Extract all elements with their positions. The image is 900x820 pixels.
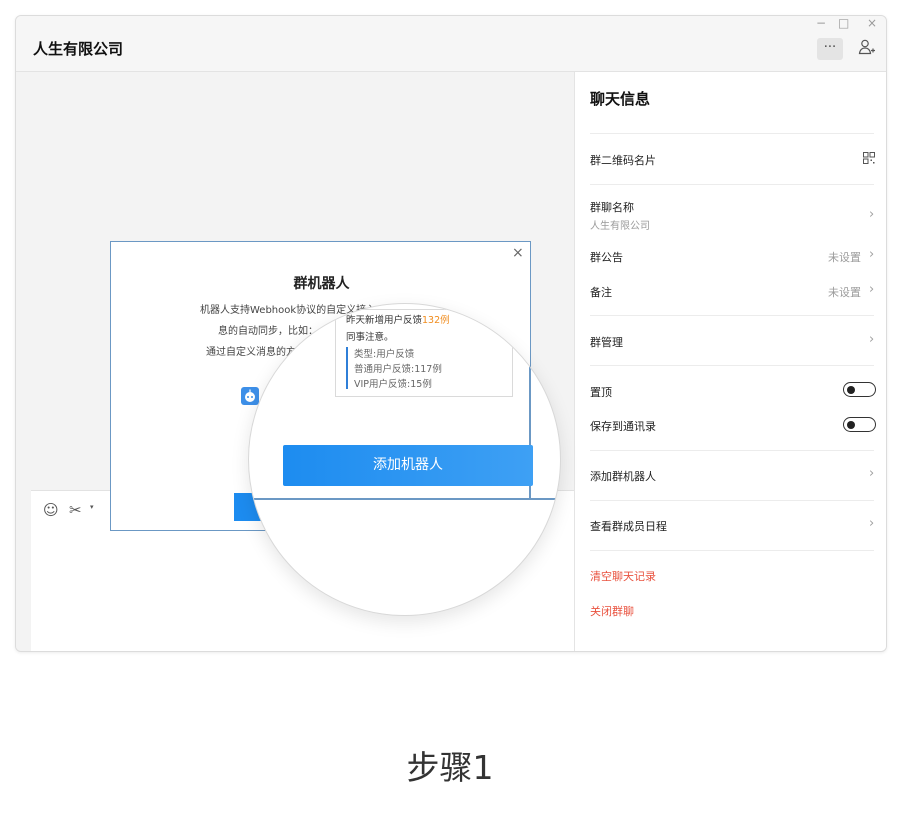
- maximize-button[interactable]: □: [838, 16, 849, 30]
- pin-chat-label: 置顶: [590, 386, 612, 399]
- quote-bar: [346, 347, 348, 389]
- divider: [590, 450, 874, 451]
- save-to-contacts-label: 保存到通讯录: [590, 420, 656, 433]
- remark-label[interactable]: 备注: [590, 284, 612, 300]
- chat-info-panel: 聊天信息 群二维码名片 群聊名称 人生有限公司 › 群公告 未设置 › 备注 未…: [574, 72, 886, 651]
- toggle-knob: [847, 385, 855, 394]
- person-plus-icon[interactable]: [857, 38, 877, 60]
- divider: [590, 365, 874, 366]
- qrcode-icon[interactable]: [863, 152, 875, 164]
- chat-title: 人生有限公司: [33, 40, 124, 58]
- magnifier-circle: 昨天新增用户反馈132例 同事注意。 类型:用户反馈 普通用户反馈:117例 V…: [248, 303, 561, 616]
- divider: [590, 315, 874, 316]
- chevron-right-icon[interactable]: ›: [869, 247, 874, 262]
- member-schedule-label[interactable]: 查看群成员日程: [590, 518, 667, 534]
- dialog-close-icon[interactable]: ×: [512, 245, 524, 261]
- screenshot-dropdown-icon[interactable]: ▾: [90, 503, 94, 511]
- chevron-right-icon[interactable]: ›: [869, 466, 874, 481]
- group-name-value: 人生有限公司: [590, 221, 650, 232]
- bubble-text: 昨天新增用户反馈: [346, 315, 423, 326]
- dialog-description-line: 息的自动同步，比如：: [218, 326, 318, 337]
- group-manage-label[interactable]: 群管理: [590, 334, 623, 350]
- sample-message-bubble: 昨天新增用户反馈132例 同事注意。 类型:用户反馈 普通用户反馈:117例 V…: [335, 309, 513, 397]
- panel-title: 聊天信息: [590, 90, 651, 108]
- group-notice-label[interactable]: 群公告: [590, 249, 623, 265]
- add-robot-button[interactable]: 添加机器人: [283, 445, 533, 486]
- person-plus-icon-graphic: [858, 39, 875, 55]
- remark-value: 未设置: [828, 286, 861, 299]
- chevron-right-icon[interactable]: ›: [869, 282, 874, 297]
- robot-icon: [241, 387, 259, 405]
- group-notice-value: 未设置: [828, 251, 861, 264]
- divider: [590, 133, 874, 134]
- add-group-robot-label[interactable]: 添加群机器人: [590, 468, 656, 484]
- close-button[interactable]: ×: [867, 16, 877, 30]
- emoji-icon[interactable]: ☺: [43, 501, 59, 519]
- group-name-label[interactable]: 群聊名称: [590, 199, 634, 215]
- divider: [590, 500, 874, 501]
- chevron-right-icon[interactable]: ›: [869, 516, 874, 531]
- pin-chat-toggle[interactable]: [843, 382, 876, 397]
- bubble-line: 昨天新增用户反馈132例: [346, 312, 450, 326]
- divider: [590, 184, 874, 185]
- title-bar: 人生有限公司 − □ × ···: [16, 16, 886, 72]
- more-button[interactable]: ···: [817, 38, 843, 60]
- group-qrcode-label[interactable]: 群二维码名片: [590, 152, 656, 168]
- bubble-line: 同事注意。: [346, 332, 394, 343]
- chevron-right-icon[interactable]: ›: [869, 332, 874, 347]
- step-caption: 步骤1: [406, 748, 494, 787]
- save-to-contacts-toggle[interactable]: [843, 417, 876, 432]
- bubble-line: 类型:用户反馈: [354, 349, 415, 360]
- minimize-button[interactable]: −: [816, 16, 826, 30]
- toggle-knob: [847, 420, 855, 429]
- bubble-line: VIP用户反馈:15例: [354, 379, 432, 390]
- chevron-right-icon[interactable]: ›: [869, 207, 874, 222]
- clear-history-button[interactable]: 清空聊天记录: [590, 568, 656, 584]
- dialog-border-magnified: [249, 498, 560, 500]
- bubble-line: 普通用户反馈:117例: [354, 364, 442, 375]
- close-group-button[interactable]: 关闭群聊: [590, 603, 634, 619]
- bubble-highlight: 132例: [422, 315, 450, 326]
- screenshot-icon[interactable]: ✂: [69, 501, 82, 519]
- dialog-description-line: 通过自定义消息的方: [206, 347, 296, 358]
- dialog-title: 群机器人: [293, 276, 350, 292]
- divider: [590, 550, 874, 551]
